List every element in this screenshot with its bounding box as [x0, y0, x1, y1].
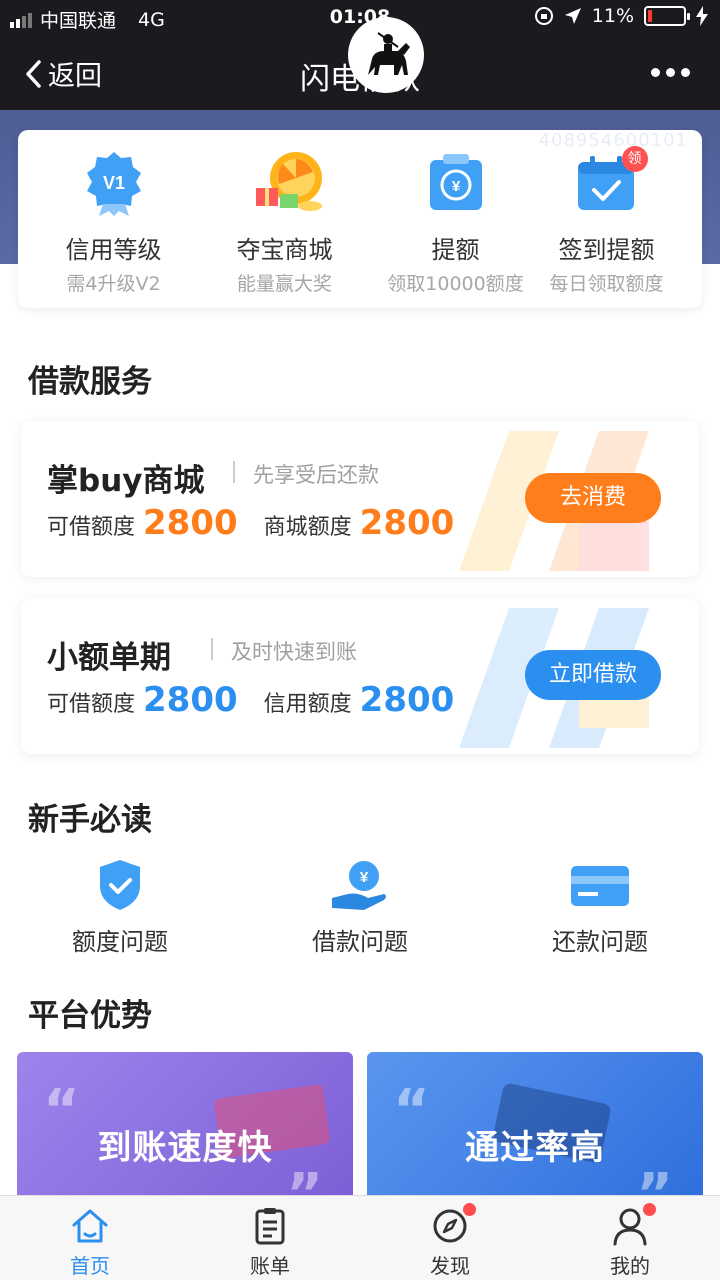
advantage-tile-fast[interactable]: “ ” 到账速度快: [17, 1052, 353, 1200]
mall-limit-label: 商城额度: [263, 515, 352, 540]
location-arrow-icon: [564, 8, 581, 24]
claim-badge: 领: [621, 146, 648, 172]
divider: [211, 638, 213, 660]
divider: [233, 461, 235, 483]
product-name: 掌buy商城: [47, 463, 205, 499]
tab-label: 账单: [250, 1254, 290, 1278]
borrow-now-button[interactable]: 立即借款: [525, 650, 661, 700]
svg-text:¥: ¥: [360, 869, 369, 886]
battery-percent: 11%: [591, 5, 634, 27]
advantage-section-title: 平台优势: [28, 998, 152, 1034]
top-bar: 中国联通 4G 01:08 11% 返回 闪电借款: [0, 0, 720, 110]
available-limit-label: 可借额度: [47, 692, 136, 717]
credit-limit-value: 2800: [359, 680, 455, 720]
feature-title: 夺宝商城: [236, 236, 333, 264]
guide-label: 借款问题: [312, 928, 408, 956]
tab-mine[interactable]: 我的: [540, 1203, 720, 1279]
tab-discover[interactable]: 发现: [360, 1203, 540, 1279]
feature-title: 提额: [431, 236, 480, 264]
advantage-text: 到账速度快: [97, 1128, 273, 1168]
svg-text:V1: V1: [102, 173, 124, 193]
charging-bolt-icon: [696, 6, 708, 26]
feature-credit-level[interactable]: V1 信用等级 需4升级V2: [28, 148, 199, 296]
tab-bill[interactable]: 账单: [180, 1206, 360, 1279]
loan-card-mall[interactable]: 掌buy商城 先享受后还款 可借额度 2800 商城额度 2800 去消费: [21, 421, 699, 577]
available-limit-value: 2800: [143, 680, 238, 720]
mall-limit-value: 2800: [359, 503, 455, 543]
product-tag: 先享受后还款: [253, 463, 379, 487]
loan-card-small[interactable]: 小额单期 及时快速到账 可借额度 2800 信用额度 2800 立即借款: [21, 598, 699, 754]
available-limit-label: 可借额度: [47, 515, 136, 540]
tab-label: 首页: [70, 1254, 110, 1278]
feature-treasure-mall[interactable]: 夺宝商城 能量赢大奖: [199, 148, 370, 296]
product-name: 小额单期: [47, 640, 171, 676]
advantage-tile-approval[interactable]: “ ” 通过率高: [367, 1052, 703, 1200]
bill-icon: [250, 1206, 290, 1246]
orientation-lock-icon: [534, 7, 553, 25]
tab-label: 发现: [430, 1254, 470, 1278]
tab-home[interactable]: 首页: [0, 1206, 180, 1279]
notification-dot: [643, 1203, 656, 1216]
user-icon: [610, 1203, 656, 1246]
tab-bar: 首页 账单 发现 我的: [0, 1195, 720, 1280]
quota-raise-icon: ¥: [421, 148, 491, 218]
feature-quota-raise[interactable]: ¥ 提额 领取10000额度: [370, 148, 541, 296]
feature-subtitle: 能量赢大奖: [236, 273, 332, 295]
checkin-calendar-icon: 领: [572, 146, 648, 218]
available-limit-value: 2800: [143, 503, 238, 543]
guide-label: 还款问题: [552, 928, 648, 956]
battery-icon: [644, 6, 690, 26]
feature-subtitle: 需4升级V2: [66, 273, 161, 295]
guide-borrow-question[interactable]: ¥ 借款问题: [240, 858, 480, 957]
avatar[interactable]: [348, 17, 424, 93]
feature-checkin[interactable]: 领 签到提额 每日领取额度: [521, 146, 692, 296]
tab-label: 我的: [610, 1254, 650, 1278]
guide-limit-question[interactable]: 额度问题: [0, 858, 240, 957]
feature-subtitle: 领取10000额度: [387, 273, 524, 295]
advantage-text: 通过率高: [465, 1128, 605, 1168]
product-tag: 及时快速到账: [231, 640, 357, 664]
loan-section-title: 借款服务: [28, 364, 152, 400]
shield-check-icon: [88, 858, 152, 912]
v1-badge-icon: V1: [79, 148, 149, 218]
feature-card: 408954600101 V1 信用等级 需4升级V2 夺宝商城 能量赢大奖 ¥…: [18, 130, 702, 308]
feature-title: 信用等级: [65, 236, 162, 264]
svg-text:¥: ¥: [451, 178, 460, 195]
compass-icon: [430, 1203, 476, 1246]
home-icon: [70, 1206, 110, 1246]
credit-card-icon: [568, 858, 632, 912]
go-shopping-button[interactable]: 去消费: [525, 473, 661, 523]
guide-repay-question[interactable]: 还款问题: [480, 858, 720, 957]
notification-dot: [463, 1203, 476, 1216]
knight-rider-icon: [368, 32, 410, 75]
guide-section-title: 新手必读: [28, 802, 152, 838]
feature-title: 签到提额: [558, 236, 655, 264]
hand-coin-icon: ¥: [328, 858, 392, 912]
feature-subtitle: 每日领取额度: [549, 273, 664, 295]
more-menu-button[interactable]: [651, 68, 690, 77]
guide-label: 额度问题: [72, 928, 168, 956]
prize-wheel-icon: [250, 148, 322, 218]
credit-limit-label: 信用额度: [263, 692, 352, 717]
